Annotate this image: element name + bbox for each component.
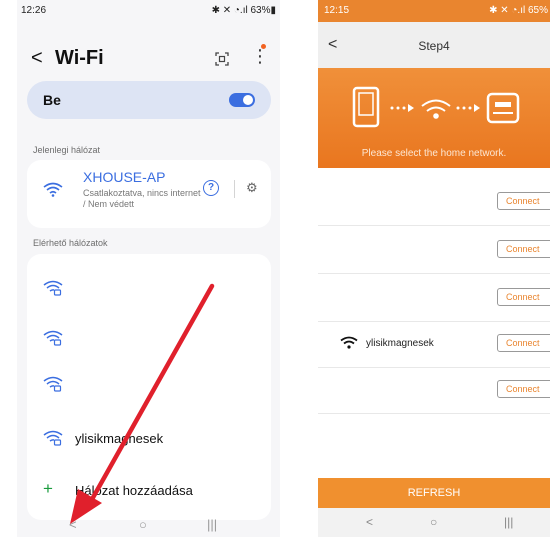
wifi-toggle-card[interactable]: Be <box>27 81 271 119</box>
add-network-row[interactable]: + Hálózat hozzáadása <box>27 468 271 512</box>
header: < Wi-Fi ⋮ <box>17 44 280 76</box>
connect-button[interactable]: Connect <box>497 288 550 306</box>
page-title: Step4 <box>418 39 450 53</box>
current-status: Csatlakoztatva, nincs internet / Nem véd… <box>83 188 201 209</box>
wifi-lock-icon <box>43 430 63 446</box>
network-row[interactable]: ylisikmagnesek Connect <box>318 320 550 368</box>
nav-home-button[interactable]: ○ <box>139 517 147 532</box>
wifi-lock-icon <box>43 330 63 346</box>
connect-button[interactable]: Connect <box>497 240 550 258</box>
banner-illustration <box>352 86 520 128</box>
current-ssid: XHOUSE-AP <box>83 169 166 185</box>
section-available-networks: Elérhető hálózatok <box>33 238 108 248</box>
back-button[interactable]: < <box>31 47 43 70</box>
plus-icon: + <box>43 479 53 498</box>
wifi-toggle-switch[interactable] <box>229 93 255 107</box>
network-row[interactable] <box>27 266 271 310</box>
page-title: Wi-Fi <box>55 47 104 69</box>
navigation-bar: < ○ ||| <box>17 515 280 537</box>
setup-banner: Please select the home network. <box>318 68 550 168</box>
network-row[interactable]: ylisikmagnesek <box>27 416 271 460</box>
help-icon[interactable]: ? <box>203 180 219 196</box>
nav-recent-button[interactable]: ||| <box>207 517 217 532</box>
status-time: 12:26 <box>21 5 47 16</box>
router-icon <box>486 92 520 124</box>
navigation-bar: < ○ ||| <box>318 508 550 537</box>
notification-dot <box>261 44 266 49</box>
status-time: 12:15 <box>324 5 350 16</box>
header: < Step4 <box>318 22 550 68</box>
network-name: ylisikmagnesek <box>75 431 164 446</box>
wifi-lock-icon <box>43 376 63 392</box>
current-network-card[interactable]: XHOUSE-AP Csatlakoztatva, nincs internet… <box>27 160 271 228</box>
connect-button[interactable]: Connect <box>497 334 550 352</box>
network-row[interactable]: Connect <box>318 274 550 322</box>
phone-icon <box>352 86 380 128</box>
status-icons: ✱ ✕ ◔.ıl 65% <box>489 5 548 16</box>
network-row[interactable]: Connect <box>318 178 550 226</box>
connect-button[interactable]: Connect <box>497 192 550 210</box>
network-row[interactable]: Connect <box>318 366 550 414</box>
network-row[interactable]: Connect <box>318 226 550 274</box>
banner-caption: Please select the home network. <box>361 148 507 159</box>
network-row[interactable] <box>27 362 271 406</box>
qr-icon[interactable] <box>215 52 229 66</box>
nav-home-button[interactable]: ○ <box>430 515 437 529</box>
add-network-label: Hálózat hozzáadása <box>75 483 193 498</box>
status-icons: ✱ ✕ ◔.ıl 63%▮ <box>211 5 276 16</box>
settings-gear-icon[interactable]: ⚙ <box>246 180 258 196</box>
wifi-lock-icon <box>43 280 63 296</box>
refresh-button[interactable]: REFRESH <box>318 478 550 508</box>
nav-back-button[interactable]: < <box>366 515 373 529</box>
more-icon[interactable]: ⋮ <box>251 46 269 67</box>
wifi-icon <box>43 182 63 197</box>
wifi-toggle-label: Be <box>43 92 61 108</box>
status-bar: 12:26 ✱ ✕ ◔.ıl 63%▮ <box>17 0 280 22</box>
divider <box>234 180 235 198</box>
wifi-icon <box>340 336 358 349</box>
available-networks-card: ylisikmagnesek + Hálózat hozzáadása <box>27 254 271 520</box>
nav-recent-button[interactable]: ||| <box>504 515 513 529</box>
nav-back-button[interactable]: < <box>69 517 77 532</box>
wifi-settings-screen: 12:26 ✱ ✕ ◔.ıl 63%▮ < Wi-Fi ⋮ Be Jelenle… <box>17 0 280 537</box>
network-name: ylisikmagnesek <box>366 338 434 349</box>
status-bar: 12:15 ✱ ✕ ◔.ıl 65% <box>318 0 550 22</box>
section-current-network: Jelenlegi hálózat <box>33 145 101 155</box>
switch-knob <box>243 95 253 105</box>
wifi-icon <box>421 99 451 119</box>
step4-network-screen: 12:15 ✱ ✕ ◔.ıl 65% < Step4 Please select… <box>318 0 550 537</box>
network-row[interactable] <box>27 316 271 360</box>
connect-button[interactable]: Connect <box>497 380 550 398</box>
